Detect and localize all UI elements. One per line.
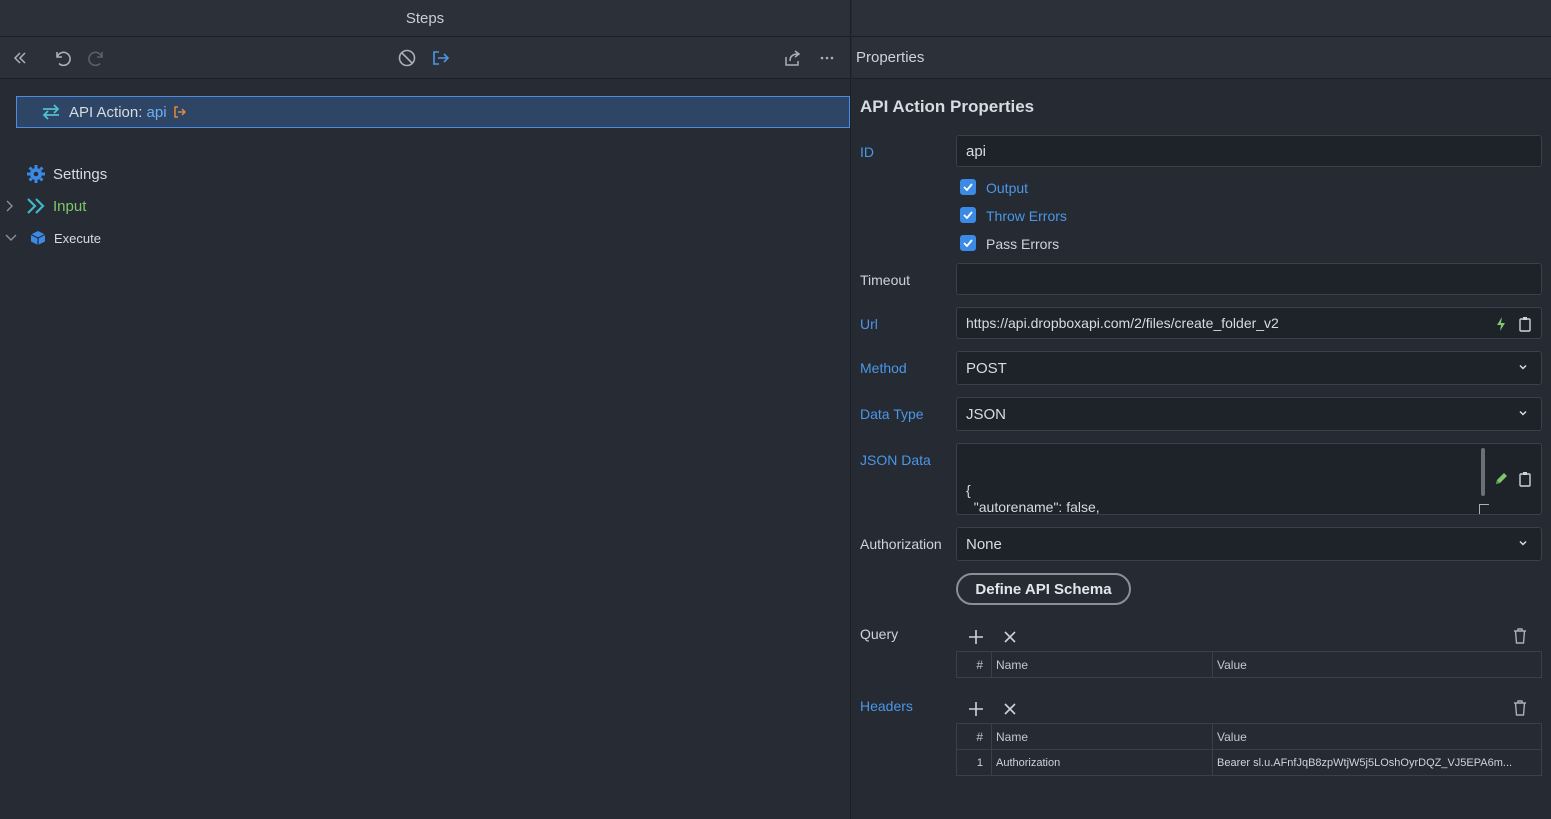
tree-item-execute[interactable]: Execute — [4, 223, 101, 253]
url-field[interactable]: https://api.dropboxapi.com/2/files/creat… — [956, 307, 1542, 339]
headers-table: # Name Value 1 Authorization Bearer sl.u… — [956, 723, 1542, 776]
output-checkbox-label[interactable]: Output — [986, 180, 1028, 196]
lightning-icon[interactable] — [1491, 314, 1511, 334]
chevron-down-icon — [1517, 406, 1529, 423]
steps-panel-title: Steps — [0, 0, 850, 37]
check-icon — [963, 239, 973, 247]
row-name[interactable]: Authorization — [991, 749, 1213, 776]
chevron-right-icon[interactable] — [4, 199, 20, 213]
properties-title-bar — [852, 0, 1551, 37]
timeout-field[interactable] — [956, 263, 1542, 295]
column-index: # — [956, 651, 992, 678]
input-icon — [26, 197, 46, 215]
method-value: POST — [966, 359, 1007, 377]
column-index: # — [956, 723, 992, 750]
chevron-down-icon — [1517, 536, 1529, 553]
column-name: Name — [991, 651, 1213, 678]
properties-panel: Properties API Action Properties ID api … — [852, 0, 1551, 819]
authorization-select[interactable]: None — [956, 527, 1542, 561]
json-data-value: { "autorename": false, "path": "/Homewor… — [966, 482, 1100, 515]
properties-header: Properties — [852, 37, 1551, 79]
tree-item-api-action[interactable]: API Action: api — [16, 96, 850, 128]
output-marker-icon — [173, 105, 187, 119]
tree-item-label: Input — [53, 197, 87, 215]
steps-toolbar — [0, 37, 850, 79]
cube-icon — [30, 230, 46, 246]
clipboard-icon[interactable] — [1515, 469, 1535, 489]
remove-query-icon[interactable] — [1000, 627, 1020, 647]
add-header-icon[interactable] — [966, 699, 986, 719]
json-data-editor[interactable]: { "autorename": false, "path": "/Homewor… — [956, 443, 1542, 515]
app-window: Steps Settings Input Execute API Action:… — [0, 0, 1551, 819]
collapse-panel-icon[interactable] — [9, 47, 31, 69]
chevron-down-icon[interactable] — [4, 233, 20, 243]
timeout-label: Timeout — [860, 272, 911, 288]
resize-handle-icon[interactable] — [1479, 504, 1489, 514]
pass-errors-checkbox-label[interactable]: Pass Errors — [986, 236, 1059, 252]
query-label: Query — [860, 626, 899, 642]
url-label: Url — [860, 316, 878, 332]
url-value: https://api.dropboxapi.com/2/files/creat… — [966, 315, 1279, 331]
authorization-label: Authorization — [860, 536, 942, 552]
throw-errors-checkbox-label[interactable]: Throw Errors — [986, 208, 1067, 224]
share-icon[interactable] — [782, 47, 804, 69]
more-options-icon[interactable] — [816, 47, 838, 69]
tree-item-input[interactable]: Input — [4, 191, 86, 221]
redo-icon[interactable] — [86, 47, 108, 69]
table-header-row: # Name Value — [956, 651, 1542, 678]
define-api-schema-button[interactable]: Define API Schema — [956, 573, 1131, 605]
column-name: Name — [991, 723, 1213, 750]
row-value[interactable]: Bearer sl.u.AFnfJqB8zpWtjW5j5LOshOyrDQZ_… — [1212, 749, 1542, 776]
steps-panel: Steps Settings Input Execute API Action:… — [0, 0, 851, 819]
gear-icon — [26, 164, 46, 184]
id-label: ID — [860, 144, 874, 160]
id-field[interactable]: api — [956, 135, 1542, 167]
headers-label: Headers — [860, 698, 913, 714]
table-row[interactable]: 1 Authorization Bearer sl.u.AFnfJqB8zpWt… — [956, 749, 1542, 776]
api-action-id: api — [146, 103, 167, 121]
check-icon — [963, 211, 973, 219]
clipboard-icon[interactable] — [1515, 314, 1535, 334]
column-value: Value — [1212, 651, 1542, 678]
chevron-down-icon — [1517, 360, 1529, 377]
method-select[interactable]: POST — [956, 351, 1542, 385]
data-type-label: Data Type — [860, 406, 924, 422]
trash-icon[interactable] — [1510, 626, 1530, 646]
method-label: Method — [860, 360, 907, 376]
undo-icon[interactable] — [51, 47, 73, 69]
data-type-select[interactable]: JSON — [956, 397, 1542, 431]
tree-item-settings[interactable]: Settings — [26, 159, 107, 189]
query-table: # Name Value — [956, 651, 1542, 678]
output-checkbox[interactable] — [960, 179, 976, 195]
tree-item-label: Settings — [53, 165, 108, 183]
data-type-value: JSON — [966, 405, 1007, 423]
id-value: api — [966, 142, 987, 160]
row-index: 1 — [956, 749, 992, 776]
authorization-value: None — [966, 535, 1002, 553]
json-data-label: JSON Data — [860, 452, 931, 468]
table-header-row: # Name Value — [956, 723, 1542, 750]
pass-errors-checkbox[interactable] — [960, 235, 976, 251]
transfer-arrows-icon — [41, 103, 61, 121]
column-value: Value — [1212, 723, 1542, 750]
check-icon — [963, 183, 973, 191]
json-scrollbar[interactable] — [1481, 448, 1485, 496]
add-query-icon[interactable] — [966, 627, 986, 647]
trash-icon[interactable] — [1510, 698, 1530, 718]
disable-icon[interactable] — [396, 47, 418, 69]
tree-item-label: Execute — [54, 230, 101, 246]
remove-header-icon[interactable] — [1000, 699, 1020, 719]
throw-errors-checkbox[interactable] — [960, 207, 976, 223]
section-title: API Action Properties — [860, 97, 1035, 116]
pencil-icon[interactable] — [1491, 469, 1511, 489]
api-action-prefix: API Action: — [69, 103, 147, 121]
output-step-icon[interactable] — [430, 47, 452, 69]
